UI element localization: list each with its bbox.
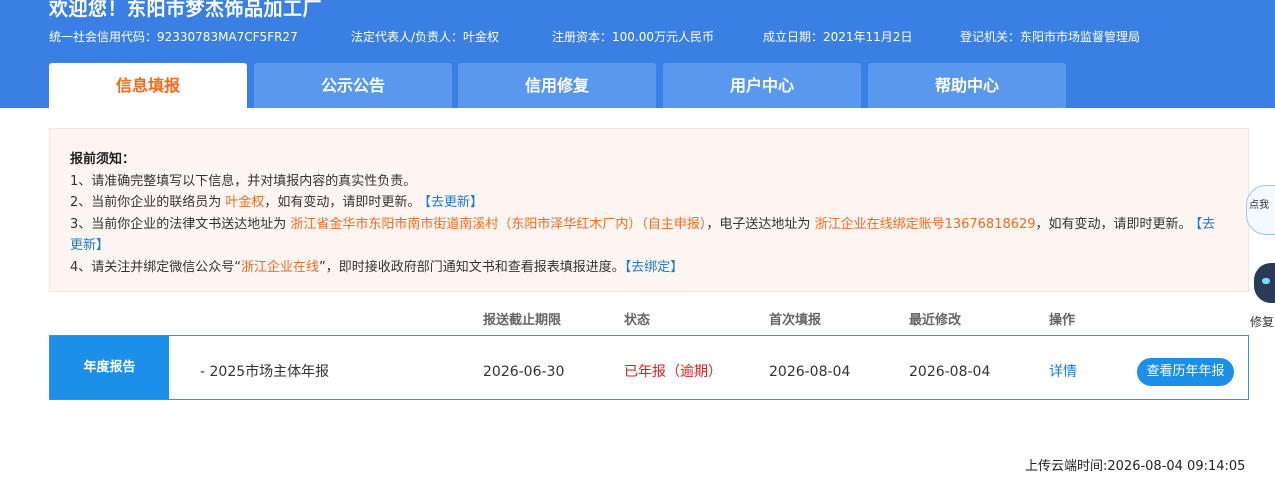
notice-line-2: 2、当前你企业的联络员为 叶金权，如有变动，请即时更新。 【去更新】: [70, 192, 1228, 214]
notice-line-3-suffix: ，如有变动，请即时更新。: [1035, 216, 1192, 232]
wechat-account: 浙江企业在线: [241, 259, 320, 275]
registered-capital: 注册资本：100.00万元人民币: [552, 30, 714, 44]
robot-eye-icon: [1262, 278, 1270, 284]
notice-line-2-text: 2、当前你企业的联络员为: [70, 195, 226, 210]
assistant-widget[interactable]: 点我 修复: [1246, 185, 1275, 335]
page-title: 欢迎您！东阳市梦杰饰品加工厂: [49, 0, 323, 20]
report-last-modified: 2026-08-04: [909, 364, 991, 380]
notice-line-4-suffix: ”，即时接收政府部门通知文书和查看报表填报进度。: [319, 259, 625, 275]
bind-wechat-link[interactable]: 【去绑定】: [625, 260, 684, 275]
filing-notice: 报前须知： 1、请准确完整填写以下信息，并对填报内容的真实性负责。 2、当前你企…: [49, 128, 1249, 292]
column-header-status: 状态: [624, 313, 651, 328]
detail-link[interactable]: 详情: [1049, 336, 1077, 399]
legal-representative: 法定代表人/负责人：叶金权: [351, 30, 500, 44]
column-header-deadline: 报送截止期限: [483, 313, 562, 328]
notice-line-3: 3、当前你企业的法律文书送达地址为 浙江省金华市东阳市南市街道南溪村（东阳市泽华…: [70, 214, 1228, 257]
assistant-bubble[interactable]: 点我: [1246, 185, 1275, 235]
registration-authority: 登记机关：东阳市市场监督管理局: [960, 30, 1141, 44]
page-header: 欢迎您！东阳市梦杰饰品加工厂 统一社会信用代码：92330783MA7CF5FR…: [0, 0, 1275, 108]
annual-report-label: 年度报告: [50, 336, 169, 399]
established-date: 成立日期：2021年11月2日: [763, 30, 913, 44]
column-header-first-filed: 首次填报: [769, 313, 822, 328]
tab-user-center[interactable]: 用户中心: [663, 63, 861, 108]
notice-title: 报前须知：: [70, 152, 136, 167]
column-header-last-modified: 最近修改: [909, 313, 962, 328]
tab-announcements[interactable]: 公示公告: [254, 63, 452, 108]
view-history-reports-button[interactable]: 查看历年年报: [1137, 358, 1234, 386]
assistant-label: 修复: [1250, 315, 1275, 329]
report-deadline: 2026-06-30: [483, 364, 565, 380]
update-liaison-link[interactable]: 【去更新】: [424, 195, 483, 210]
assistant-bubble-text: 点我: [1249, 200, 1269, 211]
electronic-address: 浙江企业在线绑定账号13676818629: [814, 216, 1036, 232]
column-header-actions: 操作: [1049, 313, 1076, 328]
tab-help-center[interactable]: 帮助中心: [868, 63, 1066, 108]
report-name: - 2025市场主体年报: [200, 364, 330, 380]
notice-line-4-text: 4、请关注并绑定微信公众号“: [70, 259, 242, 275]
credit-code: 统一社会信用代码：92330783MA7CF5FR27: [49, 30, 298, 44]
notice-line-1: 1、请准确完整填写以下信息，并对填报内容的真实性负责。: [70, 173, 417, 189]
notice-line-4: 4、请关注并绑定微信公众号“浙江企业在线”，即时接收政府部门通知文书和查看报表填…: [70, 257, 1228, 279]
annual-report-row: 年度报告 - 2025市场主体年报 2026-06-30 已年报（逾期） 202…: [49, 335, 1249, 400]
tab-credit-repair[interactable]: 信用修复: [458, 63, 656, 108]
notice-line-3-mid: ，电子送达地址为: [706, 216, 815, 232]
liaison-name: 叶金权: [225, 195, 265, 210]
report-first-filed: 2026-08-04: [769, 364, 851, 380]
notice-line-2-suffix: ，如有变动，请即时更新。: [264, 195, 421, 210]
report-status: 已年报（逾期）: [624, 364, 722, 380]
tab-info-filing[interactable]: 信息填报: [49, 63, 247, 108]
notice-line-3-text: 3、当前你企业的法律文书送达地址为: [70, 216, 291, 232]
service-address: 浙江省金华市东阳市南市街道南溪村（东阳市泽华红木厂内）（自主申报）: [290, 216, 707, 232]
upload-time: 上传云端时间:2026-08-04 09:14:05: [1025, 459, 1246, 474]
